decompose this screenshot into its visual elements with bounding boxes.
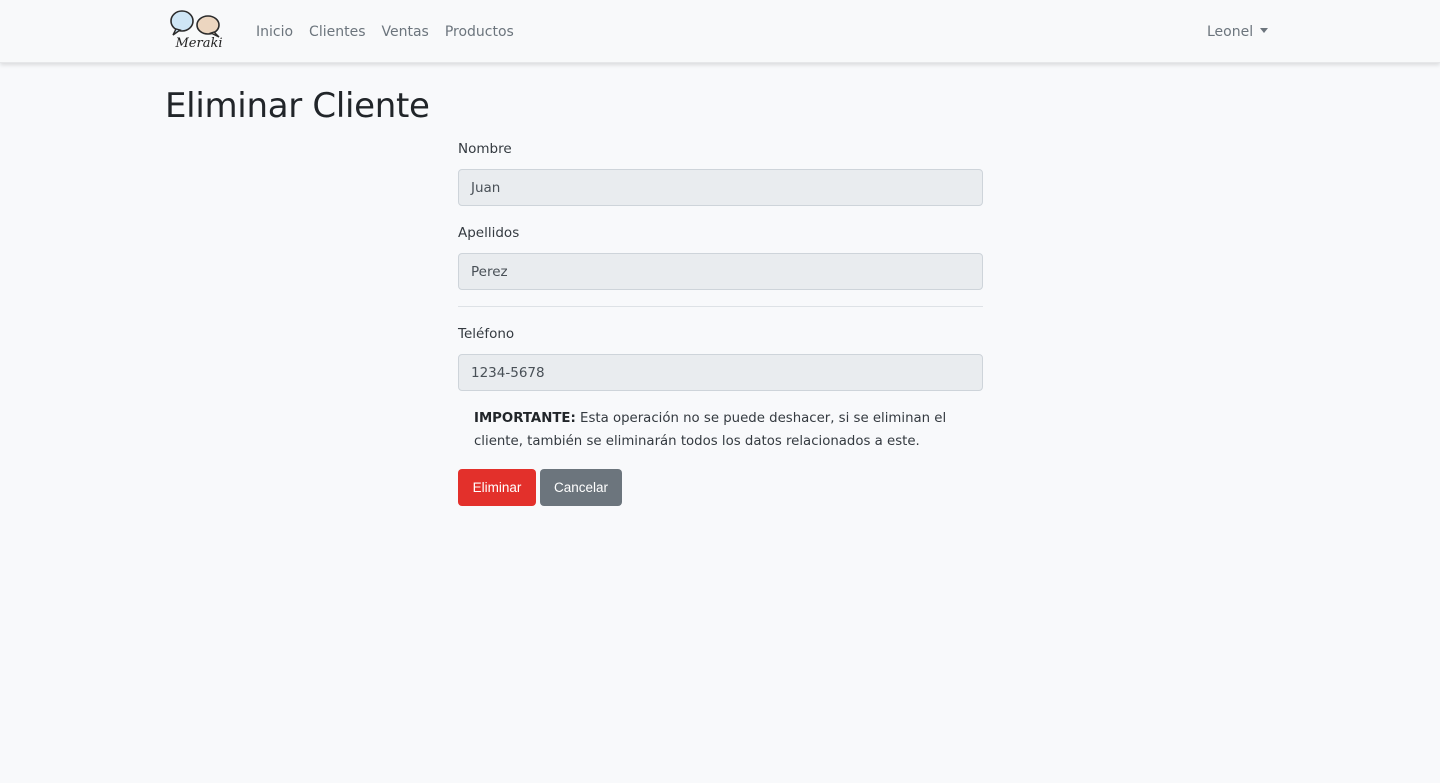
top-navbar: Meraki Inicio Clientes Ventas Productos … (0, 0, 1440, 63)
delete-button[interactable]: Eliminar (458, 469, 536, 506)
brand-text: Meraki (174, 36, 222, 51)
divider (458, 306, 983, 307)
speech-bubbles-icon: Meraki (170, 10, 223, 51)
apellidos-field[interactable]: Perez (458, 253, 983, 290)
nav-link-productos[interactable]: Productos (445, 24, 514, 40)
user-dropdown[interactable]: Leonel (1207, 0, 1269, 63)
main-nav: Inicio Clientes Ventas Productos (256, 0, 530, 63)
telefono-value: 1234-5678 (471, 364, 545, 381)
telefono-label: Teléfono (458, 326, 515, 342)
page-title: Eliminar Cliente (165, 86, 430, 126)
nombre-field[interactable]: Juan (458, 169, 983, 206)
nav-link-clientes[interactable]: Clientes (309, 24, 365, 40)
nav-link-inicio[interactable]: Inicio (256, 24, 293, 40)
apellidos-label: Apellidos (458, 225, 520, 241)
telefono-field[interactable]: 1234-5678 (458, 354, 983, 391)
user-name: Leonel (1207, 23, 1254, 40)
apellidos-value: Perez (471, 263, 508, 280)
brand-logo[interactable]: Meraki (164, 8, 234, 52)
warning-strong: IMPORTANTE: (474, 411, 576, 426)
caret-down-icon (1260, 28, 1269, 33)
warning-notice: IMPORTANTE: Esta operación no se puede d… (474, 407, 954, 453)
nombre-label: Nombre (458, 141, 512, 157)
nombre-value: Juan (471, 179, 501, 196)
nav-link-ventas[interactable]: Ventas (381, 24, 428, 40)
cancel-button[interactable]: Cancelar (540, 469, 622, 506)
